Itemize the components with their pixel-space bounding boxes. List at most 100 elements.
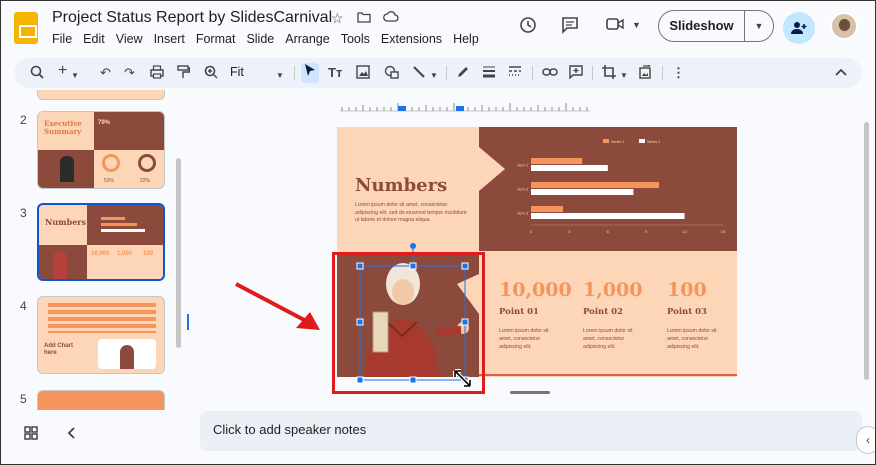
chart-bar [531,213,685,219]
zoom-icon[interactable] [204,65,218,83]
share-add-person-icon[interactable] [783,12,815,44]
slide-body-text[interactable]: Lorem ipsum dolor sit amet, consectetur … [355,202,467,225]
meet-dropdown-icon[interactable]: ▼ [632,20,641,30]
chart-tick-label: 12 [682,229,687,234]
menu-slide[interactable]: Slide [246,32,274,46]
stat-text-3[interactable]: Lorem ipsum dolor sit amet, consectetur … [667,327,729,351]
border-weight-icon[interactable] [482,65,496,83]
side-panel-toggle-icon[interactable]: ‹ [856,426,876,454]
redo-icon[interactable]: ↷ [124,65,135,81]
stat-value-3[interactable]: 100 [667,279,707,301]
filmstrip-scrollbar[interactable] [176,158,181,348]
insert-link-icon[interactable] [542,65,558,83]
star-icon[interactable]: ☆ [331,10,344,27]
toolbar-divider [446,66,447,80]
slide-thumbnail-2[interactable]: Executive Summary 79% 53% 22% [37,111,165,189]
menu-insert[interactable]: Insert [154,32,185,46]
chart-bar [531,158,583,164]
search-menus-icon[interactable] [30,65,44,83]
slide-thumbnail-5[interactable] [37,390,165,410]
slide-bottom-line [479,374,737,376]
menu-help[interactable]: Help [453,32,479,46]
slide-thumbnail-4[interactable]: Add Chart here [37,296,165,374]
meet-video-icon[interactable] [606,16,624,36]
thumb-stat: 79% [98,120,111,126]
stat-label-3[interactable]: Point 03 [667,307,707,317]
annotation-arrow-icon [235,282,320,330]
chart-category-label: Item 3 [517,212,528,216]
grid-view-icon[interactable] [24,426,38,443]
collapse-toolbar-icon[interactable] [834,65,848,83]
slide-filmstrip: 2 Executive Summary 79% 53% 22% 3 Number… [0,90,190,410]
insert-image-icon[interactable] [356,65,370,83]
toolbar-divider [662,66,663,80]
replace-image-icon[interactable] [638,64,652,83]
menu-format[interactable]: Format [196,32,236,46]
chart-tick-label: 3 [568,229,571,234]
thumb-title: Executive Summary [44,119,82,136]
crop-icon[interactable] [602,65,616,83]
chart-bar [531,182,659,188]
canvas-vertical-scrollbar[interactable] [864,122,869,380]
slides-logo-icon[interactable] [14,12,38,44]
menu-extensions[interactable]: Extensions [381,32,442,46]
document-title[interactable]: Project Status Report by SlidesCarnival [52,9,332,27]
new-slide-dropdown-icon[interactable]: ▼ [71,68,79,84]
slide-thumbnail-1[interactable] [37,90,165,100]
menu-edit[interactable]: Edit [83,32,105,46]
select-pointer-icon[interactable] [301,63,319,83]
vertical-ruler-marker[interactable] [186,312,196,332]
stat-text-2[interactable]: Lorem ipsum dolor sit amet, consectetur … [583,327,645,351]
menu-view[interactable]: View [116,32,143,46]
line-dropdown-icon[interactable]: ▼ [430,68,438,84]
chart-category-label: Item 1 [517,164,528,168]
slide-title[interactable]: Numbers [355,175,447,196]
crop-dropdown-icon[interactable]: ▼ [620,68,628,84]
slideshow-button[interactable]: Slideshow ▼ [658,10,774,42]
zoom-select[interactable]: Fit [230,65,244,79]
thumb-title: Add Chart here [44,343,73,356]
canvas-horizontal-scrollbar[interactable] [510,391,550,394]
thumb-stat: 22% [140,178,151,184]
horizontal-ruler[interactable] [340,98,590,112]
menu-arrange[interactable]: Arrange [285,32,329,46]
cloud-status-icon[interactable] [383,10,399,26]
border-color-pencil-icon[interactable] [456,65,470,83]
bar-chart: 0 3 6 9 12 15 Series 1 Series 2 Item 1 Item 2 Item… [517,139,726,234]
chart-tick-label: 6 [607,229,610,234]
stat-value-1[interactable]: 10,000 [499,279,572,301]
version-history-icon[interactable] [519,16,537,39]
stat-label-2[interactable]: Point 02 [583,307,623,317]
speaker-notes[interactable]: Click to add speaker notes [200,411,862,451]
chart-tick-label: 0 [530,229,533,234]
slideshow-label[interactable]: Slideshow [659,11,745,41]
print-icon[interactable] [150,65,164,83]
stat-text-1[interactable]: Lorem ipsum dolor sit amet, consectetur … [499,327,561,351]
more-options-icon[interactable]: ⋮ [672,65,685,81]
menu-file[interactable]: File [52,32,72,46]
account-avatar[interactable] [830,12,858,40]
zoom-dropdown-icon[interactable]: ▼ [276,68,284,84]
toolbar-divider [592,66,593,80]
add-comment-icon[interactable] [569,65,583,83]
border-dash-icon[interactable] [508,65,522,83]
thumb-stat: 1,000 [117,251,133,257]
text-box-icon[interactable]: Tт [328,65,342,81]
stat-label-1[interactable]: Point 01 [499,307,539,317]
line-icon[interactable] [412,65,426,83]
paint-format-icon[interactable] [176,65,191,83]
comments-icon[interactable] [561,16,579,39]
stat-value-2[interactable]: 1,000 [583,279,643,301]
slideshow-dropdown-icon[interactable]: ▼ [745,21,773,31]
toolbar-divider [294,66,295,80]
menu-bar: File Edit View Insert Format Slide Arran… [52,32,490,46]
undo-icon[interactable]: ↶ [100,65,111,81]
shape-icon[interactable] [384,65,399,83]
chart-legend-swatch [639,139,645,143]
menu-tools[interactable]: Tools [341,32,370,46]
new-slide-plus-icon[interactable]: + [58,63,67,79]
slide-thumbnail-3[interactable]: Numbers 10,000 1,000 100 [37,203,165,281]
collapse-filmstrip-icon[interactable] [66,426,76,443]
speaker-notes-placeholder[interactable]: Click to add speaker notes [213,422,366,437]
move-folder-icon[interactable] [357,10,371,26]
